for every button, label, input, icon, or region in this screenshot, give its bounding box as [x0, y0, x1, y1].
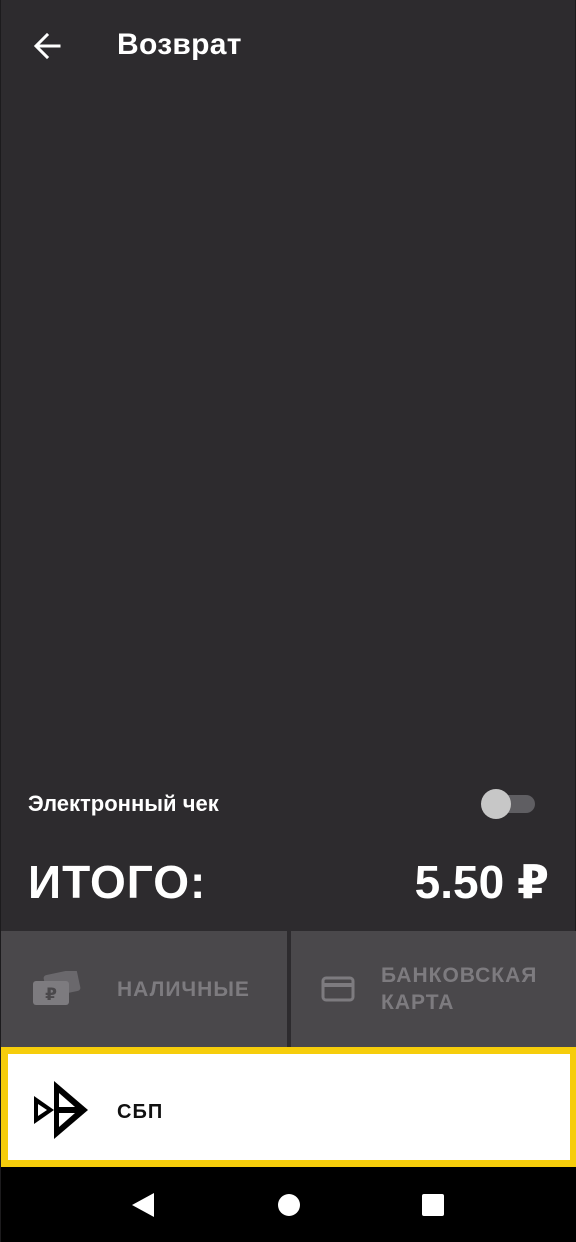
- refund-screen: Возврат Электронный чек ИТОГО: 5.50 ₽ ₽ …: [0, 0, 576, 1242]
- total-amount: 5.50 ₽: [414, 856, 549, 908]
- total-label: ИТОГО:: [28, 856, 207, 908]
- payment-methods-row: ₽ НАЛИЧНЫЕ БАНКОВСКАЯ КАРТА: [1, 931, 576, 1047]
- arrow-left-icon: [33, 32, 61, 60]
- sbp-payment-label: СБП: [117, 1101, 164, 1123]
- nav-recent-button[interactable]: [403, 1181, 463, 1229]
- cash-payment-label: НАЛИЧНЫЕ: [117, 978, 250, 1001]
- card-payment-label-line2: КАРТА: [381, 991, 455, 1014]
- nav-home-button[interactable]: [259, 1181, 319, 1229]
- page-title: Возврат: [117, 28, 242, 61]
- system-navigation-bar: [1, 1167, 576, 1242]
- cash-ruble-icon: ₽: [33, 971, 81, 1005]
- card-payment-label-line1: БАНКОВСКАЯ: [381, 964, 538, 987]
- top-app-bar: Возврат: [1, 0, 576, 96]
- card-payment-label: БАНКОВСКАЯ КАРТА: [381, 962, 561, 1016]
- nav-recent-square-icon: [422, 1194, 444, 1216]
- cash-payment-button[interactable]: ₽ НАЛИЧНЫЕ: [1, 931, 287, 1047]
- nav-back-button[interactable]: [113, 1181, 173, 1229]
- toggle-thumb: [481, 789, 511, 819]
- nav-home-circle-icon: [278, 1194, 300, 1216]
- nav-back-triangle-icon: [132, 1193, 154, 1217]
- back-button[interactable]: [23, 24, 71, 68]
- electronic-receipt-label: Электронный чек: [28, 791, 219, 816]
- sbp-payment-button[interactable]: СБП: [1, 1047, 576, 1167]
- svg-text:₽: ₽: [45, 985, 57, 1005]
- electronic-receipt-row: Электронный чек: [1, 770, 576, 836]
- electronic-receipt-toggle[interactable]: [481, 788, 537, 819]
- sbp-logo-icon: [34, 1081, 88, 1139]
- card-payment-button[interactable]: БАНКОВСКАЯ КАРТА: [291, 931, 576, 1047]
- credit-card-icon: [321, 976, 355, 1002]
